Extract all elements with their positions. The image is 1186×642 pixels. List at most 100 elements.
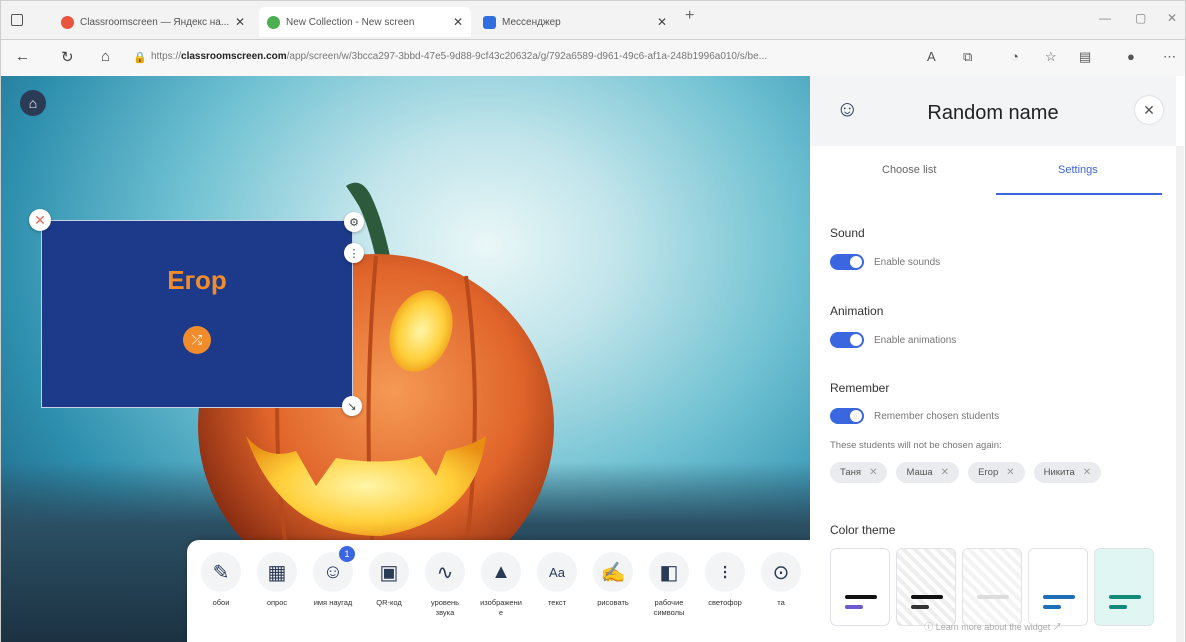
favorites-icon[interactable]: ☆ xyxy=(1045,49,1057,65)
tab-settings[interactable]: Settings xyxy=(1058,164,1098,176)
qr-code-icon: ▣ xyxy=(369,552,409,592)
tool-wallpaper[interactable]: ✎ обои xyxy=(193,552,249,608)
student-chip[interactable]: Никита ✕ xyxy=(1033,462,1102,483)
profile-icon[interactable]: ● xyxy=(1127,49,1135,64)
animation-toggle[interactable] xyxy=(830,332,864,348)
text-icon: Aa xyxy=(537,552,577,592)
extension-icon[interactable]: ◔ xyxy=(1011,49,1019,64)
tool-timer[interactable]: ⊙ та xyxy=(753,552,809,608)
tool-poll[interactable]: ▦ опрос xyxy=(249,552,305,608)
new-tab-icon[interactable]: + xyxy=(685,7,694,25)
home-icon[interactable]: ⌂ xyxy=(101,48,110,65)
widget-close-button[interactable]: ✕ xyxy=(29,209,51,231)
yandex-icon xyxy=(61,15,74,29)
sound-title: Sound xyxy=(830,226,865,240)
learn-more-link[interactable]: ⓘ Learn more about the widget ↗ xyxy=(810,620,1176,633)
home-button[interactable]: ⌂ xyxy=(20,90,46,116)
browser-tab-2[interactable]: New Collection - New screen ✕ xyxy=(259,7,471,37)
chosen-name: Егор xyxy=(167,264,227,295)
close-tab-icon[interactable]: ✕ xyxy=(657,15,667,29)
tool-sound-level[interactable]: ∿ уровень звука xyxy=(417,552,473,618)
maximize-icon[interactable]: ▢ xyxy=(1135,11,1146,25)
draw-icon: ✍ xyxy=(593,552,633,592)
close-tab-icon[interactable]: ✕ xyxy=(453,15,463,29)
tab-choose-list[interactable]: Choose list xyxy=(882,164,936,176)
tab-title: Classroomscreen — Яндекс на... xyxy=(80,16,230,28)
tool-traffic-light[interactable]: ⁝ светофор xyxy=(697,552,753,608)
close-window-icon[interactable]: ✕ xyxy=(1167,11,1177,25)
work-symbols-icon: ◧ xyxy=(649,552,689,592)
widget-more-icon[interactable]: ⋮ xyxy=(344,243,364,263)
reload-icon[interactable]: ↻ xyxy=(61,48,74,66)
minimize-icon[interactable]: — xyxy=(1099,11,1111,25)
panel-tabs: Choose list Settings xyxy=(810,146,1176,196)
tab-title: Мессенджер xyxy=(502,16,561,28)
tool-draw[interactable]: ✍ рисовать xyxy=(585,552,641,608)
timer-icon: ⊙ xyxy=(761,552,801,592)
remove-chip-icon[interactable]: ✕ xyxy=(869,467,877,478)
read-aloud-icon[interactable]: A xyxy=(927,49,936,64)
widget-settings-icon[interactable]: ⚙ xyxy=(344,212,364,232)
tab-title: New Collection - New screen xyxy=(286,16,415,28)
tab-actions-icon[interactable] xyxy=(11,14,23,26)
chosen-students: Таня ✕ Маша ✕ Егор ✕ Никита ✕ xyxy=(830,462,1102,483)
info-icon: ⓘ xyxy=(924,622,936,632)
remove-chip-icon[interactable]: ✕ xyxy=(941,467,949,478)
remember-toggle[interactable] xyxy=(830,408,864,424)
panel-header: ☺ Random name ✕ xyxy=(810,76,1176,146)
theme-option[interactable] xyxy=(1028,548,1088,626)
tool-random-name[interactable]: ☺ 1 имя наугад xyxy=(305,546,361,608)
traffic-light-icon: ⁝ xyxy=(705,552,745,592)
student-chip[interactable]: Егор ✕ xyxy=(968,462,1025,483)
more-icon[interactable]: ⋯ xyxy=(1163,49,1176,65)
theme-option[interactable] xyxy=(830,548,890,626)
random-name-icon: ☺ 1 xyxy=(313,546,355,592)
sound-toggle[interactable] xyxy=(830,254,864,270)
app-icon[interactable]: ⧉ xyxy=(963,49,972,65)
active-tab-indicator xyxy=(996,193,1162,195)
sound-level-icon: ∿ xyxy=(425,552,465,592)
color-theme-options xyxy=(830,548,1154,626)
back-icon[interactable]: ← xyxy=(15,48,30,65)
tool-work-symbols[interactable]: ◧ рабочие символы xyxy=(641,552,697,618)
random-name-panel: ☺ Random name ✕ Choose list Settings Sou… xyxy=(810,76,1186,642)
browser-tab-3[interactable]: Мессенджер ✕ xyxy=(475,7,675,37)
theme-option[interactable] xyxy=(1094,548,1154,626)
tool-qr-code[interactable]: ▣ QR-код xyxy=(361,552,417,608)
theme-option[interactable] xyxy=(896,548,956,626)
remember-toggle-row[interactable]: Remember chosen students xyxy=(830,408,999,424)
theme-option[interactable] xyxy=(962,548,1022,626)
panel-close-button[interactable]: ✕ xyxy=(1135,96,1163,124)
animation-title: Animation xyxy=(830,304,884,318)
widget-toolbar: ✎ обои ▦ опрос ☺ 1 имя наугад ▣ QR-код ∿ … xyxy=(187,540,810,642)
browser-tab-bar: Classroomscreen — Яндекс на... ✕ New Col… xyxy=(0,0,1186,40)
close-tab-icon[interactable]: ✕ xyxy=(235,15,245,29)
tool-badge: 1 xyxy=(339,546,355,562)
url-field[interactable]: https://classroomscreen.com/app/screen/w… xyxy=(151,51,911,62)
widget-resize-icon[interactable]: ↘ xyxy=(342,396,362,416)
random-name-widget[interactable]: Егор ⤮ xyxy=(41,220,353,408)
panel-scrollbar[interactable] xyxy=(1176,146,1184,642)
shuffle-button[interactable]: ⤮ xyxy=(183,325,211,354)
address-bar: ← ↻ ⌂ 🔒 https://classroomscreen.com/app/… xyxy=(0,40,1186,76)
remove-chip-icon[interactable]: ✕ xyxy=(1006,467,1014,478)
image-icon: ▲ xyxy=(481,552,521,592)
panel-title: Random name xyxy=(927,102,1059,124)
color-theme-title: Color theme xyxy=(830,523,896,537)
remove-chip-icon[interactable]: ✕ xyxy=(1083,467,1091,478)
student-chip[interactable]: Таня ✕ xyxy=(830,462,888,483)
sound-toggle-row[interactable]: Enable sounds xyxy=(830,254,940,270)
tool-image[interactable]: ▲ изображение xyxy=(473,552,529,618)
remember-title: Remember xyxy=(830,381,890,395)
tool-text[interactable]: Aa текст xyxy=(529,552,585,608)
animation-toggle-row[interactable]: Enable animations xyxy=(830,332,956,348)
collections-icon[interactable]: ▤ xyxy=(1079,49,1091,65)
remember-hint: These students will not be chosen again: xyxy=(830,440,1002,451)
browser-tab-1[interactable]: Classroomscreen — Яндекс на... ✕ xyxy=(53,7,253,37)
lock-icon: 🔒 xyxy=(133,52,147,64)
student-chip[interactable]: Маша ✕ xyxy=(896,462,960,483)
wallpaper-icon: ✎ xyxy=(201,552,241,592)
classroomscreen-icon xyxy=(267,15,280,29)
poll-icon: ▦ xyxy=(257,552,297,592)
messenger-icon xyxy=(483,15,496,29)
